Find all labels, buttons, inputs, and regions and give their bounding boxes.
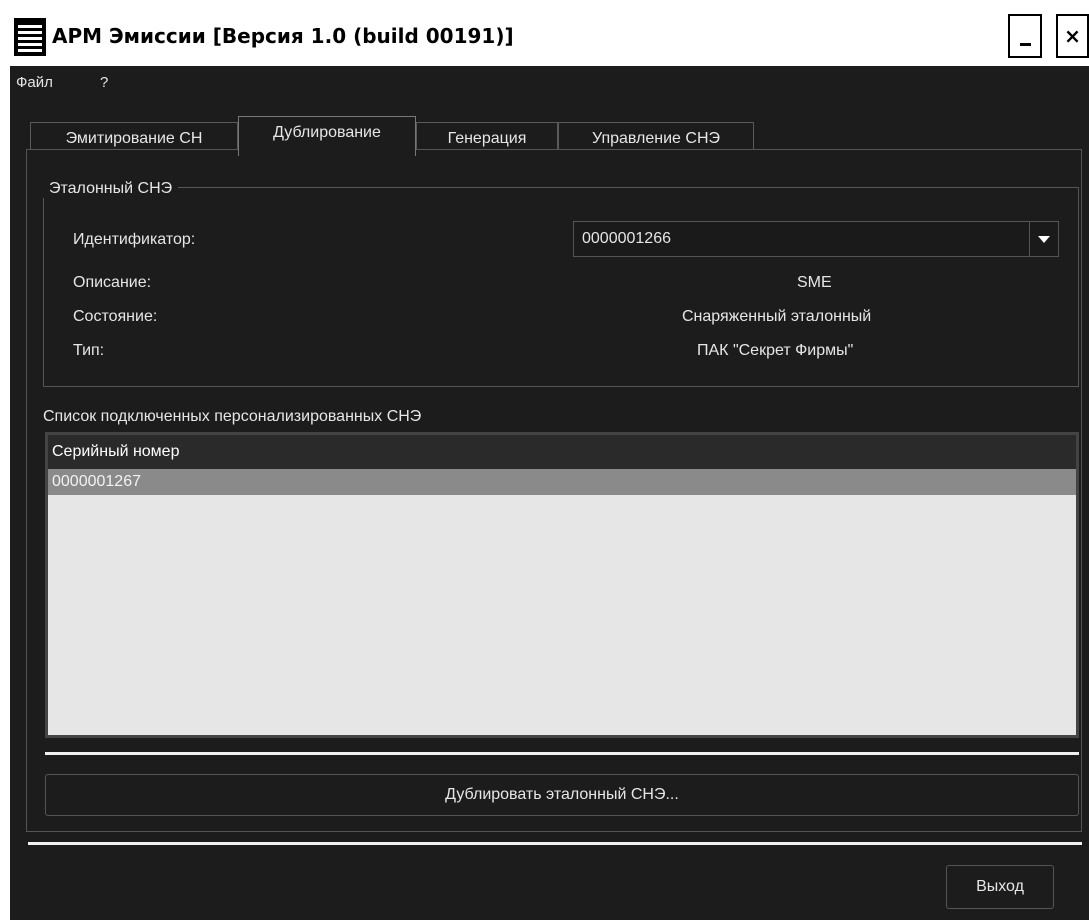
window-title: АРМ Эмиссии [Версия 1.0 (build 00191)] <box>52 24 514 48</box>
title-bar[interactable]: АРМ Эмиссии [Версия 1.0 (build 00191)] × <box>10 10 1089 66</box>
connected-sne-list-title: Список подключенных персонализированных … <box>43 408 422 425</box>
minimize-icon <box>1020 43 1031 46</box>
exit-button[interactable]: Выход <box>946 865 1054 909</box>
menu-help[interactable]: ? <box>100 74 108 91</box>
tab-duplication[interactable]: Дублирование <box>238 116 416 156</box>
divider <box>28 842 1082 845</box>
list-item[interactable]: 0000001267 <box>48 469 1076 495</box>
state-value: Снаряженный эталонный <box>682 308 872 325</box>
column-header-serial-number[interactable]: Серийный номер <box>48 435 1076 469</box>
description-value: SME <box>797 274 832 291</box>
system-menu-icon[interactable] <box>14 18 46 56</box>
identifier-combobox[interactable]: 0000001266 <box>573 221 1059 257</box>
connected-sne-list[interactable]: Серийный номер 0000001267 <box>45 432 1079 738</box>
chevron-down-icon[interactable] <box>1029 222 1058 256</box>
type-value: ПАК "Секрет Фирмы" <box>697 342 854 359</box>
state-label: Состояние: <box>73 308 158 325</box>
close-button[interactable]: × <box>1056 14 1089 58</box>
main-window: АРМ Эмиссии [Версия 1.0 (build 00191)] ×… <box>10 10 1089 920</box>
reference-sne-group-title: Эталонный СНЭ <box>43 180 179 198</box>
menu-file[interactable]: Файл <box>16 74 53 91</box>
identifier-label: Идентификатор: <box>73 231 196 248</box>
description-label: Описание: <box>73 274 152 291</box>
identifier-value: 0000001266 <box>582 230 671 247</box>
reference-sne-group <box>43 187 1079 387</box>
menu-bar: Файл ? <box>10 66 1089 110</box>
duplication-panel: Эталонный СНЭ Идентификатор: 0000001266 … <box>26 149 1082 832</box>
duplicate-reference-button[interactable]: Дублировать эталонный СНЭ... <box>45 774 1079 816</box>
minimize-button[interactable] <box>1008 14 1042 58</box>
divider <box>45 752 1079 755</box>
type-label: Тип: <box>73 342 105 359</box>
